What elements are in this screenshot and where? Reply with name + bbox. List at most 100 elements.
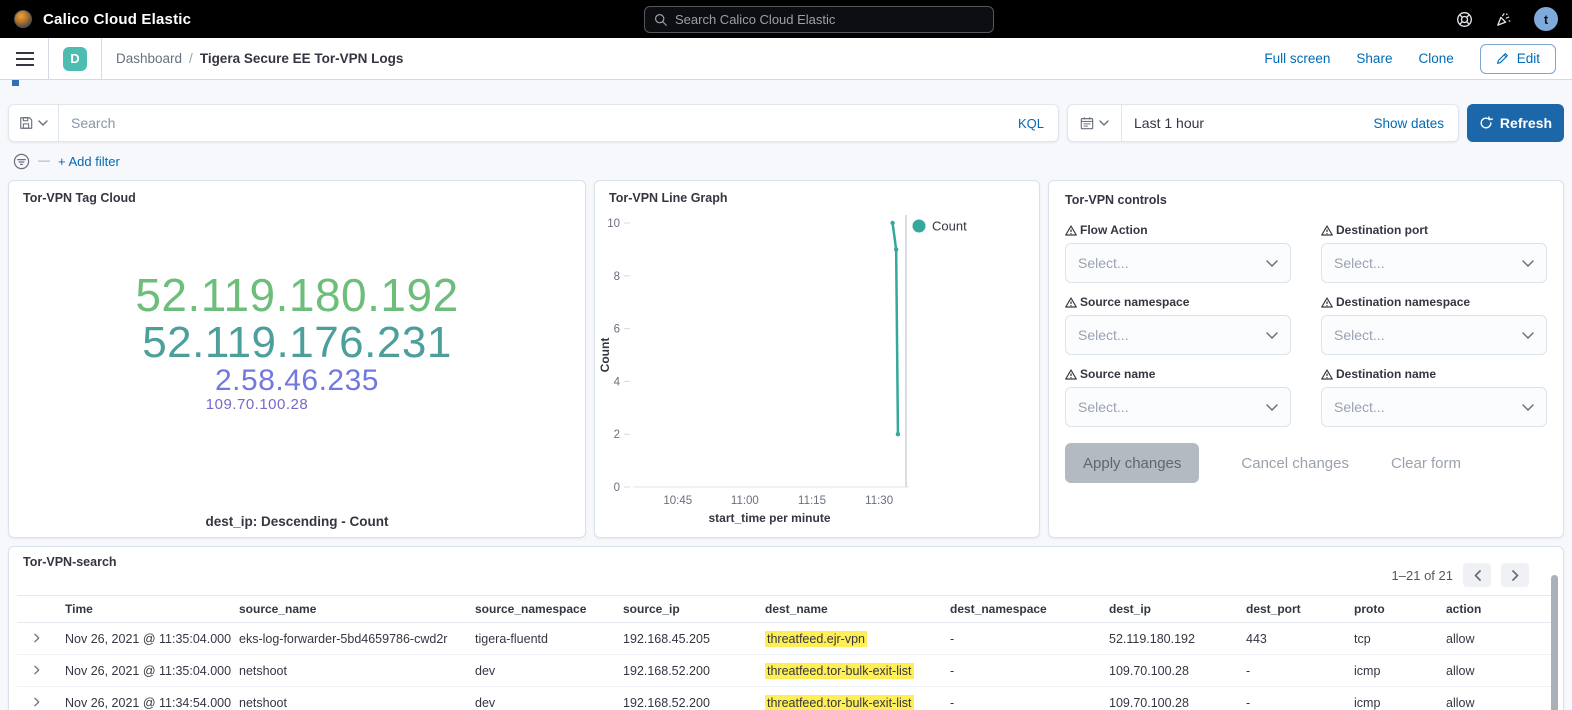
date-picker: Last 1 hour Show dates (1067, 104, 1459, 142)
column-header: action (1438, 596, 1555, 623)
previous-page-button[interactable] (1463, 563, 1491, 587)
control-select[interactable]: Select... (1065, 387, 1291, 427)
highlighted-dest-name: threatfeed.tor-bulk-exit-list (765, 663, 914, 679)
table-body: Nov 26, 2021 @ 11:35:04.000eks-log-forwa… (17, 623, 1555, 710)
select-placeholder: Select... (1078, 327, 1129, 343)
refresh-button[interactable]: Refresh (1467, 104, 1564, 142)
date-quick-select-button[interactable] (1068, 105, 1122, 141)
global-search[interactable] (644, 6, 994, 33)
menu-icon[interactable] (16, 52, 34, 66)
breadcrumb: Dashboard / Tigera Secure EE Tor-VPN Log… (116, 51, 403, 66)
line-chart[interactable]: 024681010:4511:0011:1511:30start_time pe… (595, 181, 1041, 533)
warning-icon (1065, 369, 1077, 380)
warning-icon (1321, 369, 1333, 380)
svg-text:11:15: 11:15 (798, 495, 826, 507)
panel-title: Tor-VPN controls (1065, 193, 1547, 207)
row-expand-button[interactable] (17, 655, 57, 687)
tag-cloud-term[interactable]: 52.119.176.231 (142, 320, 452, 366)
chevron-down-icon (1522, 260, 1534, 267)
cancel-changes-button[interactable]: Cancel changes (1241, 455, 1349, 472)
edit-button[interactable]: Edit (1480, 44, 1556, 74)
chevron-down-icon (1522, 404, 1534, 411)
apply-changes-button[interactable]: Apply changes (1065, 443, 1199, 483)
user-avatar[interactable]: t (1534, 7, 1558, 31)
tag-cloud-term[interactable]: 109.70.100.28 (206, 397, 308, 413)
warning-icon (1321, 297, 1333, 308)
show-dates-button[interactable]: Show dates (1373, 116, 1458, 131)
panel-title: Tor-VPN-search (23, 555, 1555, 569)
cell-dest_ip: 52.119.180.192 (1101, 623, 1238, 655)
cell-dest_port: - (1238, 687, 1346, 710)
app-header: Calico Cloud Elastic t (0, 0, 1572, 38)
help-icon[interactable] (1456, 11, 1473, 28)
svg-text:4: 4 (614, 376, 621, 388)
search-icon (654, 13, 668, 27)
kql-button[interactable]: KQL (1018, 116, 1058, 131)
control-field: Destination port Select... (1321, 223, 1547, 283)
dashboard-badge: D (63, 47, 87, 71)
tag-cloud-term[interactable]: 2.58.46.235 (215, 365, 379, 396)
select-placeholder: Select... (1334, 255, 1385, 271)
svg-text:11:00: 11:00 (731, 495, 759, 507)
select-placeholder: Select... (1334, 399, 1385, 415)
calendar-icon (1080, 116, 1094, 130)
control-select[interactable]: Select... (1321, 387, 1547, 427)
scroll-artifact (12, 80, 19, 86)
chevron-down-icon (1266, 404, 1278, 411)
svg-text:8: 8 (614, 271, 620, 283)
warning-icon (1065, 297, 1077, 308)
filter-icon[interactable] (13, 153, 30, 170)
chevron-down-icon (1522, 332, 1534, 339)
search-results-panel: Tor-VPN-search 1–21 of 21 Timesource_nam… (8, 546, 1564, 710)
control-select[interactable]: Select... (1321, 243, 1547, 283)
global-search-input[interactable] (675, 12, 984, 27)
breadcrumb-dashboard[interactable]: Dashboard (116, 51, 182, 66)
cell-action: allow (1438, 623, 1555, 655)
control-select[interactable]: Select... (1321, 315, 1547, 355)
cell-dest_namespace: - (942, 687, 1101, 710)
cell-source_namespace: dev (467, 687, 615, 710)
cell-dest_name: threatfeed.ejr-vpn (757, 623, 942, 655)
add-filter-button[interactable]: + Add filter (58, 154, 120, 169)
chevron-left-icon (1474, 570, 1481, 581)
refresh-icon (1479, 116, 1493, 130)
chevron-right-icon (34, 633, 40, 643)
vertical-scrollbar[interactable] (1551, 575, 1558, 710)
cell-source_name: netshoot (231, 687, 467, 710)
tag-cloud-term[interactable]: 52.119.180.192 (135, 272, 458, 320)
newsfeed-party-popper-icon[interactable] (1495, 11, 1512, 28)
control-field-label: Destination name (1336, 367, 1436, 381)
clear-form-button[interactable]: Clear form (1391, 455, 1461, 472)
row-expand-button[interactable] (17, 687, 57, 710)
svg-text:10:45: 10:45 (663, 495, 692, 507)
svg-text:Count: Count (598, 338, 612, 373)
column-header: dest_namespace (942, 596, 1101, 623)
query-search-input[interactable] (59, 115, 1018, 131)
share-button[interactable]: Share (1356, 51, 1392, 66)
cell-source_name: eks-log-forwarder-5bd4659786-cwd2r (231, 623, 467, 655)
column-header: dest_ip (1101, 596, 1238, 623)
control-select[interactable]: Select... (1065, 243, 1291, 283)
row-expand-button[interactable] (17, 623, 57, 655)
cell-dest_ip: 109.70.100.28 (1101, 655, 1238, 687)
clone-button[interactable]: Clone (1418, 51, 1453, 66)
controls-grid: Flow Action Select... Destination port S… (1065, 223, 1547, 427)
cell-dest_namespace: - (942, 655, 1101, 687)
highlighted-dest-name: threatfeed.tor-bulk-exit-list (765, 695, 914, 710)
full-screen-button[interactable]: Full screen (1264, 51, 1330, 66)
cell-time: Nov 26, 2021 @ 11:34:54.000 (57, 687, 231, 710)
cell-dest_port: - (1238, 655, 1346, 687)
saved-query-menu-button[interactable] (9, 105, 59, 141)
cell-proto: icmp (1346, 687, 1438, 710)
control-field: Destination namespace Select... (1321, 295, 1547, 355)
next-page-button[interactable] (1501, 563, 1529, 587)
column-header: dest_port (1238, 596, 1346, 623)
time-range-value[interactable]: Last 1 hour (1122, 115, 1204, 131)
app-title: Calico Cloud Elastic (43, 11, 191, 28)
breadcrumb-bar: D Dashboard / Tigera Secure EE Tor-VPN L… (0, 38, 1572, 80)
cell-source_name: netshoot (231, 655, 467, 687)
table-header-row: Timesource_namesource_namespacesource_ip… (17, 596, 1555, 623)
control-select[interactable]: Select... (1065, 315, 1291, 355)
cell-dest_ip: 109.70.100.28 (1101, 687, 1238, 710)
filter-bar: — + Add filter (8, 152, 1564, 170)
